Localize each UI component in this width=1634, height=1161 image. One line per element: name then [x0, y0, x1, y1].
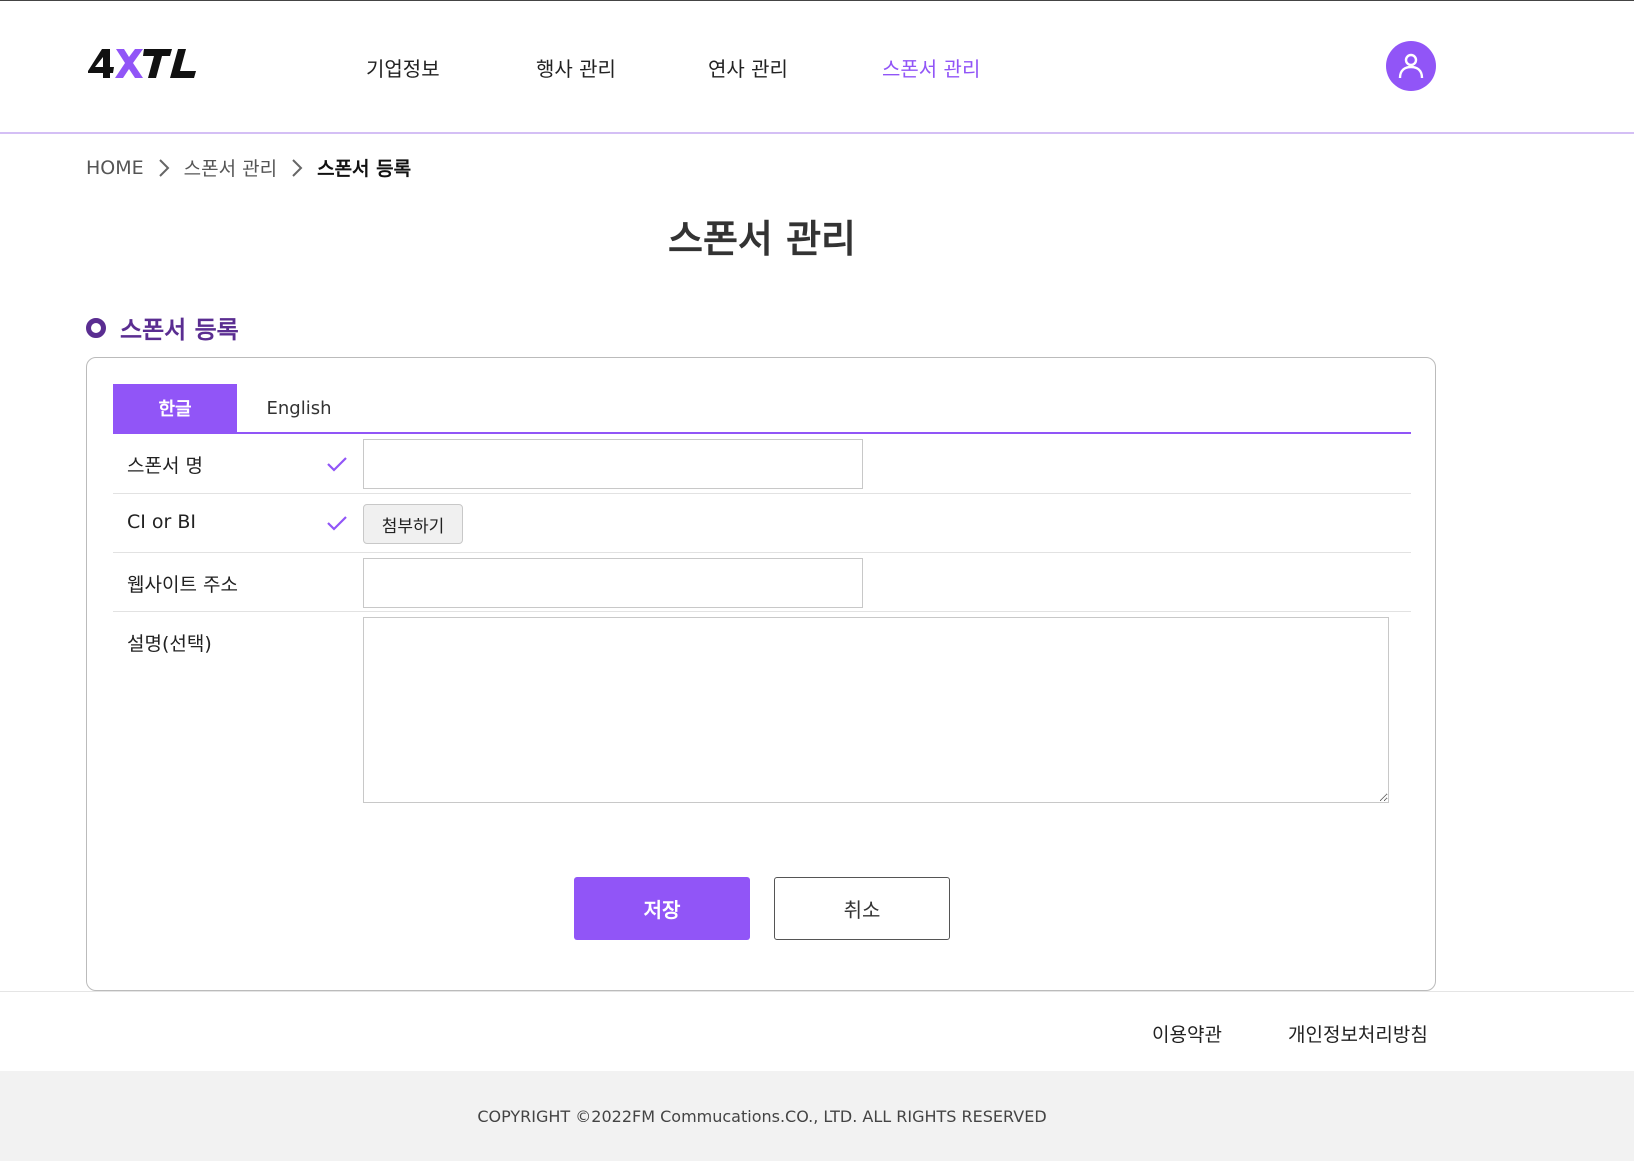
cancel-button[interactable]: 취소 [774, 877, 950, 940]
copyright-text: COPYRIGHT ©2022FM Commucations.CO., LTD.… [477, 1107, 1047, 1126]
circle-bullet-icon [86, 317, 106, 338]
nav-item-speaker-management[interactable]: 연사 관리 [708, 53, 788, 82]
header: 기업정보 행사 관리 연사 관리 스폰서 관리 [0, 1, 1634, 134]
sponsor-form-card: 한글 English 스폰서 명 CI or BI 첨부하기 웹사이트 주소 설… [86, 357, 1436, 991]
nav-item-company-info[interactable]: 기업정보 [366, 53, 440, 82]
breadcrumb: HOME 스폰서 관리 스폰서 등록 [86, 154, 411, 181]
language-tabs: 한글 English [113, 384, 1411, 434]
save-button[interactable]: 저장 [574, 877, 750, 940]
form-row-description: 설명(선택) [113, 612, 1411, 812]
website-input[interactable] [363, 558, 863, 608]
breadcrumb-sponsor-management[interactable]: 스폰서 관리 [184, 154, 277, 181]
attach-file-button[interactable]: 첨부하기 [363, 504, 463, 544]
terms-link[interactable]: 이용약관 [1152, 1020, 1222, 1047]
sponsor-name-input[interactable] [363, 439, 863, 489]
form-row-sponsor-name: 스폰서 명 [113, 434, 1411, 494]
nav-item-event-management[interactable]: 행사 관리 [536, 53, 616, 82]
required-check-icon [327, 457, 347, 472]
footer-bottom: COPYRIGHT ©2022FM Commucations.CO., LTD.… [0, 1071, 1634, 1161]
section-title-text: 스폰서 등록 [120, 316, 239, 344]
breadcrumb-home[interactable]: HOME [86, 157, 144, 179]
description-label: 설명(선택) [127, 633, 212, 655]
nav-item-sponsor-management[interactable]: 스폰서 관리 [882, 53, 980, 82]
ci-bi-label: CI or BI [127, 511, 197, 533]
page-title: 스폰서 관리 [667, 217, 857, 261]
description-textarea[interactable] [363, 617, 1389, 803]
user-avatar-button[interactable] [1386, 41, 1436, 91]
chevron-right-icon [287, 158, 307, 178]
breadcrumb-current: 스폰서 등록 [317, 158, 412, 180]
section-title: 스폰서 등록 [86, 310, 239, 345]
website-label: 웹사이트 주소 [127, 574, 238, 596]
user-icon [1398, 53, 1424, 79]
privacy-policy-link[interactable]: 개인정보처리방침 [1288, 1020, 1428, 1047]
form-row-website: 웹사이트 주소 [113, 553, 1411, 612]
required-check-icon [327, 516, 347, 531]
sponsor-name-label: 스폰서 명 [127, 455, 203, 477]
footer-divider [0, 991, 1634, 992]
chevron-right-icon [154, 158, 174, 178]
tab-korean[interactable]: 한글 [113, 384, 237, 432]
form-row-ci-bi: CI or BI 첨부하기 [113, 494, 1411, 553]
tab-english[interactable]: English [237, 384, 361, 432]
